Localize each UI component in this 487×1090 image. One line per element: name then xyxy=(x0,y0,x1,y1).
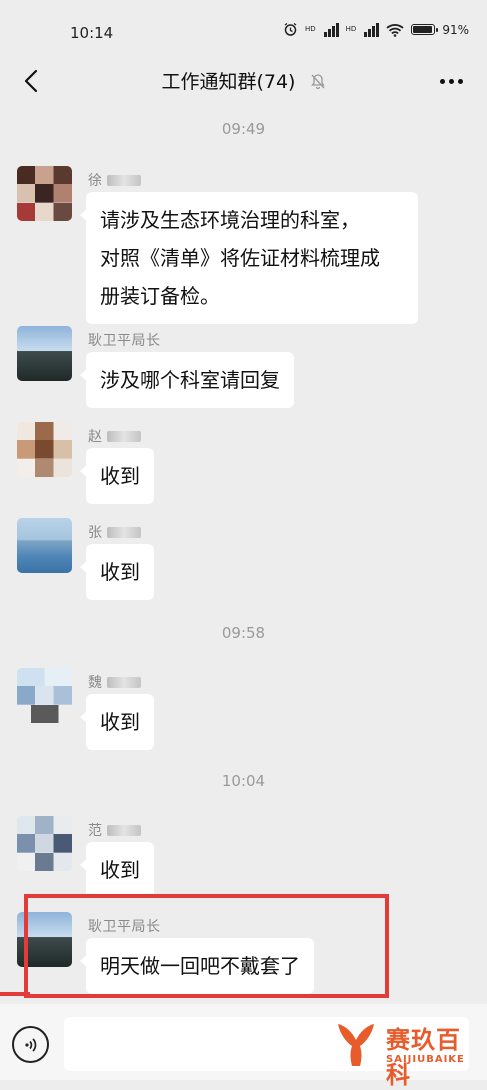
voice-button[interactable] xyxy=(12,1026,49,1063)
alarm-icon xyxy=(284,22,297,36)
sender-name: 赵 xyxy=(88,426,141,446)
message-bubble[interactable]: 收到 xyxy=(80,842,154,898)
chat-title: 工作通知群(74) xyxy=(161,71,296,93)
voice-icon xyxy=(24,1037,36,1052)
avatar[interactable] xyxy=(17,422,72,477)
message-line: 册装订备检。 xyxy=(100,284,220,308)
avatar[interactable] xyxy=(17,816,72,871)
whale-tail-icon xyxy=(338,1024,374,1066)
more-dot xyxy=(448,78,454,84)
sender-name: 耿卫平局长 xyxy=(88,333,161,349)
more-button[interactable] xyxy=(433,66,469,96)
message-bubble[interactable]: 请涉及生态环境治理的科室， 对照《清单》将佐证材料梳理成 册装订备检。 xyxy=(80,192,418,324)
message-bubble[interactable]: 收到 xyxy=(80,544,154,600)
sender-name: 范 xyxy=(88,820,141,840)
watermark-logo: 赛玖百科 SAIJIUBAIKE xyxy=(334,1014,484,1089)
message-line: 请涉及生态环境治理的科室， xyxy=(100,208,360,232)
sender-name: 魏 xyxy=(88,672,141,692)
message-bubble[interactable]: 收到 xyxy=(80,448,154,504)
signal-icon xyxy=(323,22,339,37)
status-icons: HD HD 91% xyxy=(283,22,469,37)
more-dot xyxy=(439,78,445,84)
chat-area[interactable]: 09:49 徐 请涉及生态环境治理的科室， 对照《清单》将佐证材料梳理成 册装订… xyxy=(0,104,487,1004)
more-dot xyxy=(457,78,463,84)
highlight-line xyxy=(0,992,30,996)
chat-title-wrap: 工作通知群(74) xyxy=(0,67,487,95)
nav-bar: 工作通知群(74) xyxy=(0,58,487,104)
watermark-sub: SAIJIUBAIKE xyxy=(386,1054,465,1065)
bell-off-icon xyxy=(310,73,326,95)
timestamp: 10:04 xyxy=(221,772,266,790)
avatar[interactable] xyxy=(17,518,72,573)
battery-percent: 91% xyxy=(442,22,469,37)
sender-name: 张 xyxy=(88,522,141,542)
timestamp: 09:58 xyxy=(221,624,266,642)
avatar[interactable] xyxy=(17,166,72,221)
highlight-box xyxy=(24,894,389,998)
message-bubble[interactable]: 涉及哪个科室请回复 xyxy=(80,352,294,408)
avatar[interactable] xyxy=(17,326,72,381)
hd-label-2: HD xyxy=(345,25,357,33)
status-bar: 10:14 HD HD 91% xyxy=(0,0,487,58)
message-bubble[interactable]: 收到 xyxy=(80,694,154,750)
hd-label: HD xyxy=(305,25,316,33)
sender-name: 徐 xyxy=(88,170,141,190)
timestamp: 09:49 xyxy=(221,120,266,138)
wifi-icon xyxy=(386,23,404,37)
avatar[interactable] xyxy=(17,668,72,723)
signal-icon-2 xyxy=(364,22,380,37)
battery-icon xyxy=(411,24,439,35)
status-time: 10:14 xyxy=(70,24,114,42)
message-line: 对照《清单》将佐证材料梳理成 xyxy=(100,246,380,270)
